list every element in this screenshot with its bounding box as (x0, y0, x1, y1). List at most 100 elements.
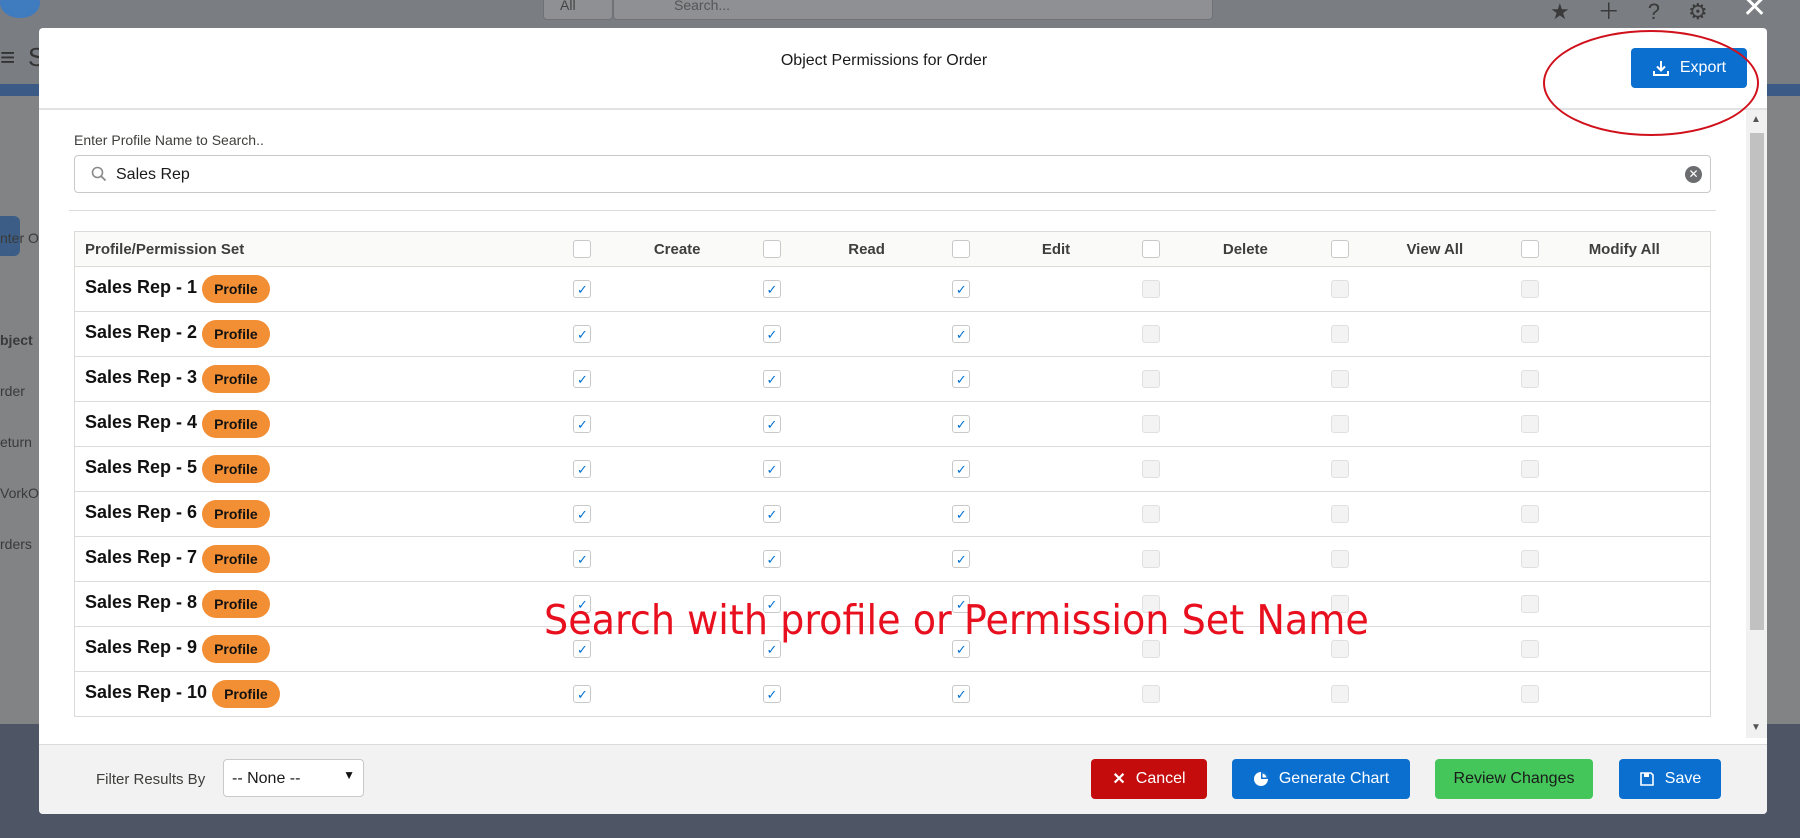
generate-chart-button[interactable]: Generate Chart (1232, 759, 1410, 799)
permission-checkbox[interactable] (1520, 550, 1539, 568)
cancel-button[interactable]: ✕ Cancel (1091, 759, 1207, 799)
permission-checkbox[interactable] (1331, 325, 1350, 343)
permission-cell (1520, 536, 1711, 582)
generate-chart-label: Generate Chart (1278, 770, 1390, 787)
permission-checkbox[interactable] (1331, 460, 1350, 478)
permission-checkbox[interactable]: ✓ (573, 550, 592, 568)
permission-checkbox[interactable]: ✓ (762, 550, 781, 568)
permission-checkbox[interactable] (1331, 550, 1350, 568)
permission-checkbox[interactable] (1520, 370, 1539, 388)
select-all-checkbox[interactable] (952, 240, 971, 258)
permission-checkbox[interactable] (1141, 280, 1160, 298)
permission-checkbox[interactable] (1141, 685, 1160, 703)
permission-checkbox[interactable] (1331, 370, 1350, 388)
permission-checkbox[interactable] (1331, 685, 1350, 703)
close-icon[interactable]: ✕ (1742, 0, 1767, 25)
permission-cell (1520, 311, 1711, 357)
clear-search-icon[interactable]: ✕ (1685, 166, 1702, 183)
type-badge: Profile (202, 365, 270, 393)
permission-checkbox[interactable]: ✓ (952, 280, 971, 298)
permission-checkbox[interactable] (1520, 505, 1539, 523)
permission-checkbox[interactable] (1141, 460, 1160, 478)
permission-checkbox[interactable]: ✓ (762, 685, 781, 703)
filter-select[interactable]: -- None -- ▼ (223, 759, 364, 797)
permission-cell (1141, 491, 1332, 537)
permission-checkbox[interactable]: ✓ (762, 370, 781, 388)
permission-checkbox[interactable] (1331, 415, 1350, 433)
permission-checkbox[interactable] (1141, 370, 1160, 388)
scroll-down-icon[interactable]: ▼ (1751, 722, 1761, 733)
permission-checkbox[interactable]: ✓ (762, 280, 781, 298)
permission-checkbox[interactable] (1520, 415, 1539, 433)
permission-checkbox[interactable]: ✓ (573, 325, 592, 343)
permission-checkbox[interactable]: ✓ (573, 280, 592, 298)
permission-cell: ✓ (762, 672, 952, 717)
select-all-checkbox[interactable] (1141, 240, 1160, 258)
permission-checkbox[interactable] (1141, 325, 1160, 343)
permission-checkbox[interactable] (1141, 505, 1160, 523)
select-all-checkbox[interactable] (1520, 240, 1539, 258)
checkmark-icon: ✓ (766, 506, 778, 522)
permission-checkbox[interactable] (1331, 280, 1350, 298)
permission-checkbox[interactable]: ✓ (762, 460, 781, 478)
select-all-checkbox[interactable] (573, 240, 592, 258)
permission-checkbox[interactable]: ✓ (952, 325, 971, 343)
permission-checkbox[interactable]: ✓ (762, 505, 781, 523)
permission-checkbox[interactable] (1520, 595, 1539, 613)
permission-checkbox[interactable]: ✓ (573, 415, 592, 433)
type-badge: Profile (202, 455, 270, 483)
permission-checkbox[interactable] (1141, 415, 1160, 433)
permission-checkbox[interactable] (1520, 280, 1539, 298)
permission-checkbox[interactable]: ✓ (952, 685, 971, 703)
permission-checkbox[interactable]: ✓ (952, 370, 971, 388)
permission-cell (1331, 356, 1521, 402)
permission-cell (1141, 266, 1332, 312)
permission-checkbox[interactable]: ✓ (762, 415, 781, 433)
chevron-down-icon: ▼ (343, 768, 355, 782)
permission-checkbox[interactable]: ✓ (762, 325, 781, 343)
permission-checkbox[interactable] (1520, 460, 1539, 478)
permission-checkbox[interactable]: ✓ (573, 370, 592, 388)
save-button[interactable]: Save (1619, 759, 1721, 799)
annotation-text: Search with profile or Permission Set Na… (544, 596, 1369, 644)
permission-checkbox[interactable]: ✓ (952, 505, 971, 523)
checkmark-icon: ✓ (766, 551, 778, 567)
select-all-checkbox[interactable] (1331, 240, 1350, 258)
permission-checkbox[interactable]: ✓ (573, 505, 592, 523)
permission-checkbox[interactable] (1520, 325, 1539, 343)
permission-checkbox[interactable]: ✓ (952, 550, 971, 568)
background-label: nter O (0, 230, 39, 246)
checkmark-icon: ✓ (955, 551, 967, 567)
permission-cell: ✓ (952, 266, 1142, 312)
permission-cell: ✓ (762, 266, 953, 312)
review-changes-button[interactable]: Review Changes (1435, 759, 1593, 799)
permission-checkbox[interactable] (1141, 550, 1160, 568)
table-row: Sales Rep - 6 Profile ✓ ✓ ✓ (74, 491, 1711, 537)
permission-checkbox[interactable]: ✓ (952, 460, 971, 478)
background-label: VorkO (0, 485, 39, 501)
select-all-checkbox[interactable] (762, 240, 781, 258)
checkmark-icon: ✓ (576, 686, 588, 702)
permission-checkbox[interactable] (1520, 640, 1539, 658)
scrollbar-thumb[interactable] (1750, 133, 1764, 630)
modal-title: Object Permissions for Order (780, 52, 988, 69)
permission-checkbox[interactable]: ✓ (573, 460, 592, 478)
permission-checkbox[interactable] (1520, 685, 1539, 703)
permission-cell (1331, 491, 1521, 537)
profile-name: Sales Rep - 3 (85, 367, 198, 388)
permission-checkbox[interactable]: ✓ (952, 415, 971, 433)
scroll-up-icon[interactable]: ▲ (1751, 114, 1761, 125)
checkmark-icon: ✓ (576, 461, 588, 477)
search-icon (91, 166, 107, 182)
background-label: rders (0, 536, 32, 552)
permission-checkbox[interactable]: ✓ (573, 685, 592, 703)
search-value[interactable]: Sales Rep (116, 166, 190, 184)
permission-cell: ✓ (952, 356, 1142, 402)
checkmark-icon: ✓ (576, 506, 588, 522)
profile-search-input[interactable]: Sales Rep ✕ (74, 155, 1711, 193)
permission-cell: ✓ (573, 491, 763, 537)
permission-cell: ✓ (573, 266, 763, 312)
permission-cell (1141, 356, 1332, 402)
type-badge: Profile (202, 635, 270, 663)
permission-checkbox[interactable] (1331, 505, 1350, 523)
